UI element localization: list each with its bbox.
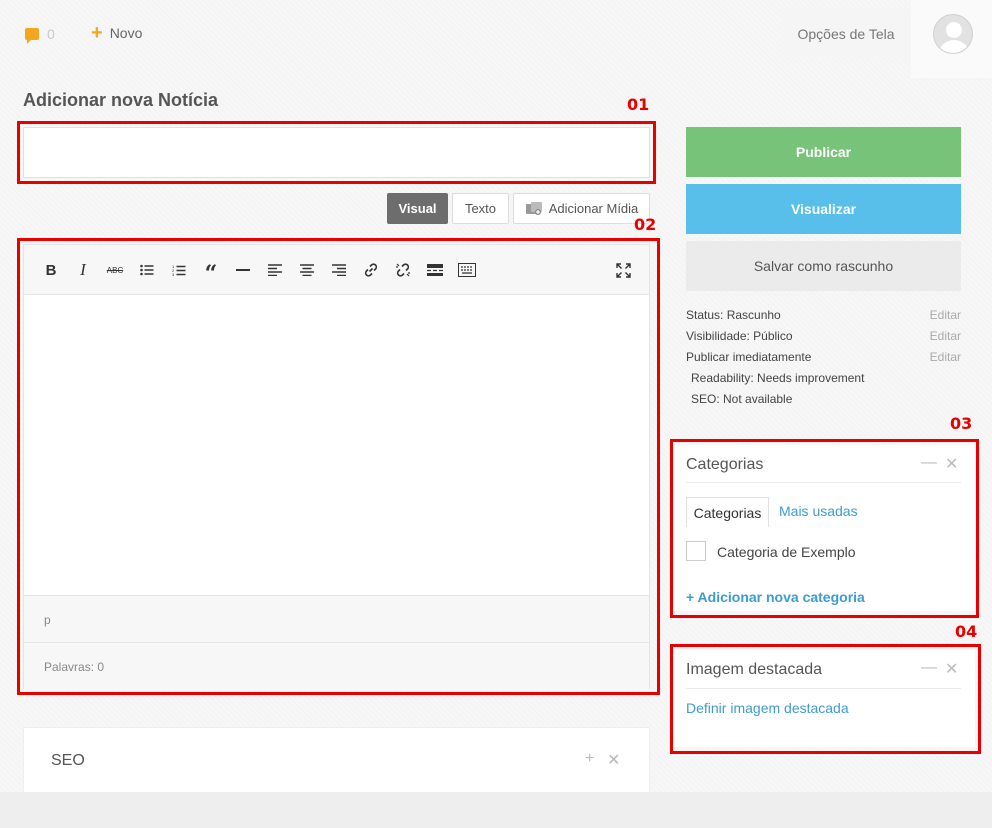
bottom-band xyxy=(0,792,992,828)
tab-visual[interactable]: Visual xyxy=(387,193,448,224)
visibility-line: Visibilidade: Público Editar xyxy=(686,329,961,343)
new-label: Novo xyxy=(109,25,143,41)
tab-text[interactable]: Texto xyxy=(452,193,509,224)
avatar-head xyxy=(946,22,962,38)
save-draft-button[interactable]: Salvar como rascunho xyxy=(686,241,961,291)
user-menu[interactable] xyxy=(911,0,992,78)
close-icon[interactable]: ✕ xyxy=(607,750,620,770)
status-text: Status: Rascunho xyxy=(686,308,781,322)
publish-button[interactable]: Publicar xyxy=(686,127,961,177)
preview-button[interactable]: Visualizar xyxy=(686,184,961,234)
page-title: Adicionar nova Notícia xyxy=(23,90,219,110)
annotation-marker-01: 01 xyxy=(627,95,650,114)
readability-line: Readability: Needs improvement xyxy=(691,371,865,385)
add-media-button[interactable]: Adicionar Mídia xyxy=(513,193,650,224)
comments-count: 0 xyxy=(47,26,55,42)
seo-panel: SEO + ✕ xyxy=(23,727,650,793)
status-line: Status: Rascunho Editar xyxy=(686,308,961,322)
edit-status-link[interactable]: Editar xyxy=(930,308,961,322)
annotation-box-04 xyxy=(670,644,981,754)
schedule-text: Publicar imediatamente xyxy=(686,350,812,364)
annotation-box-01 xyxy=(17,121,656,184)
edit-schedule-link[interactable]: Editar xyxy=(930,350,961,364)
comments-link[interactable]: 0 xyxy=(25,26,55,44)
screen-options-button[interactable]: Opções de Tela xyxy=(781,10,911,58)
annotation-marker-04: 04 xyxy=(955,622,978,641)
schedule-line: Publicar imediatamente Editar xyxy=(686,350,961,364)
avatar-shoulders xyxy=(938,40,970,53)
annotation-marker-02: 02 xyxy=(634,215,657,234)
add-media-label: Adicionar Mídia xyxy=(548,201,639,216)
comment-bubble-icon xyxy=(25,28,39,44)
plus-icon: + xyxy=(91,22,103,44)
top-bar: 0 + Novo Opções de Tela xyxy=(0,0,992,78)
avatar[interactable] xyxy=(933,14,973,54)
annotation-box-02 xyxy=(17,238,660,695)
seo-status-line: SEO: Not available xyxy=(691,392,793,406)
seo-title: SEO xyxy=(51,752,85,769)
new-content-link[interactable]: + Novo xyxy=(91,22,143,44)
annotation-marker-03: 03 xyxy=(950,414,973,433)
visibility-text: Visibilidade: Público xyxy=(686,329,793,343)
expand-icon[interactable]: + xyxy=(585,750,594,768)
media-icon xyxy=(525,201,542,215)
edit-visibility-link[interactable]: Editar xyxy=(930,329,961,343)
annotation-box-03 xyxy=(670,439,979,618)
